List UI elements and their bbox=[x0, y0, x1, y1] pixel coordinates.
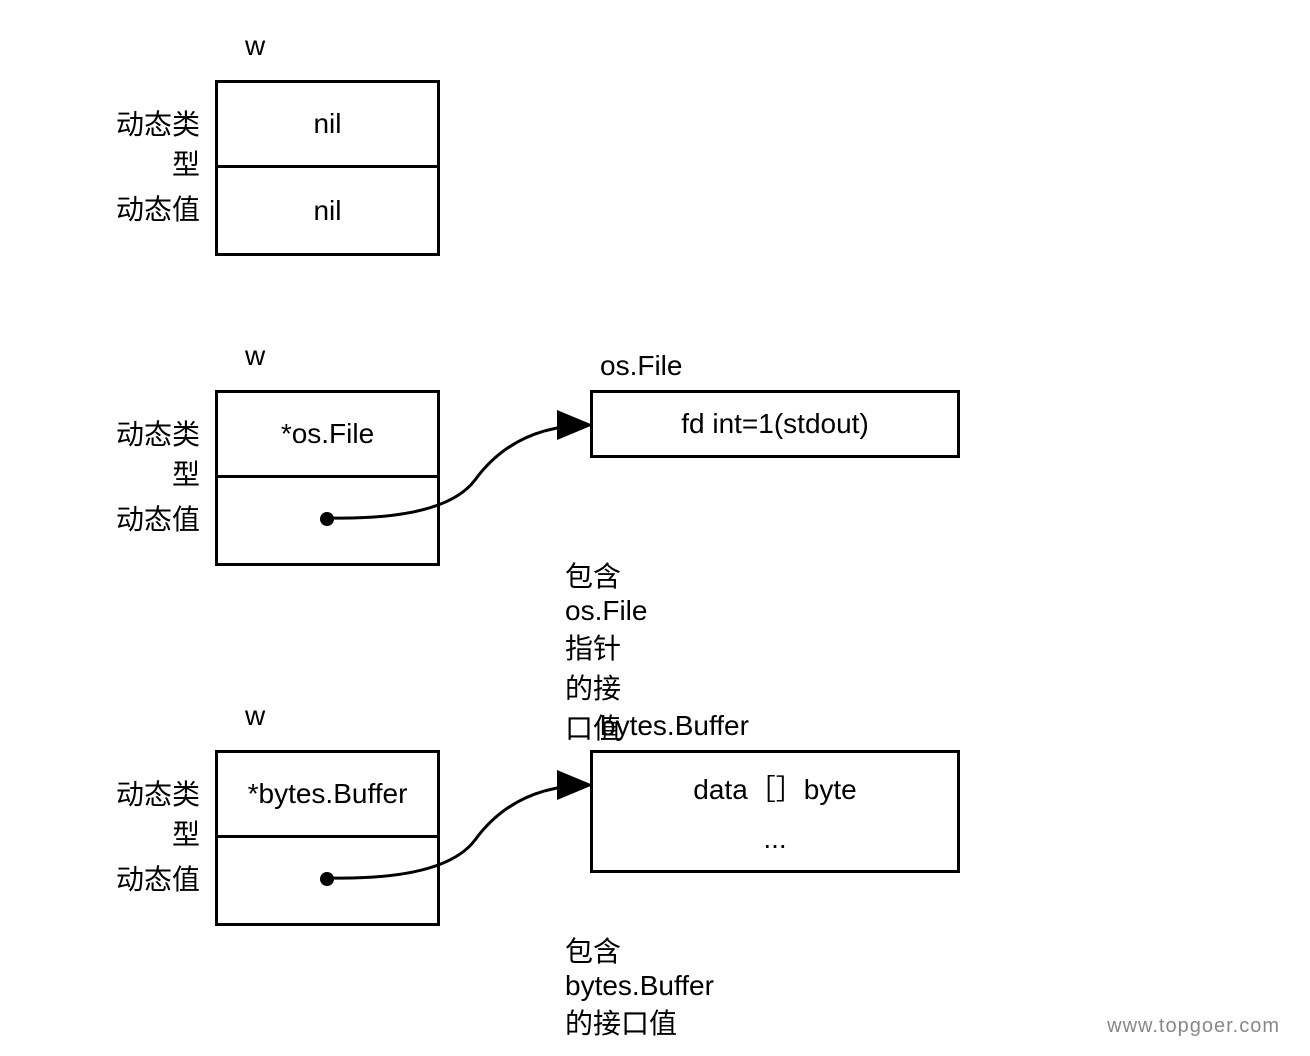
struct-field: fd int=1(stdout) bbox=[593, 393, 957, 455]
caption: 包含bytes.Buffer的接口值 bbox=[565, 930, 714, 1042]
dynamic-type-label: 动态类型 bbox=[90, 103, 200, 183]
pointed-type-label: bytes.Buffer bbox=[600, 710, 749, 742]
struct-ellipsis: ... bbox=[593, 823, 957, 870]
struct-field: data［］byte bbox=[593, 753, 957, 823]
dynamic-value-label: 动态值 bbox=[90, 858, 200, 898]
dynamic-value-label: 动态值 bbox=[90, 498, 200, 538]
pointed-struct-box: fd int=1(stdout) bbox=[590, 390, 960, 458]
var-label: w bbox=[245, 30, 265, 62]
dynamic-value-cell: nil bbox=[218, 168, 437, 253]
footer-watermark: www.topgoer.com bbox=[1107, 1015, 1280, 1038]
dynamic-type-label: 动态类型 bbox=[90, 413, 200, 493]
pointer-arrow-icon bbox=[325, 760, 605, 900]
var-label: w bbox=[245, 700, 265, 732]
pointed-struct-box: data［］byte ... bbox=[590, 750, 960, 873]
dynamic-type-label: 动态类型 bbox=[90, 773, 200, 853]
var-label: w bbox=[245, 340, 265, 372]
dynamic-type-cell: nil bbox=[218, 83, 437, 168]
interface-value-box: nil nil bbox=[215, 80, 440, 256]
dynamic-value-label: 动态值 bbox=[90, 188, 200, 228]
pointed-type-label: os.File bbox=[600, 350, 682, 382]
pointer-arrow-icon bbox=[325, 400, 605, 540]
